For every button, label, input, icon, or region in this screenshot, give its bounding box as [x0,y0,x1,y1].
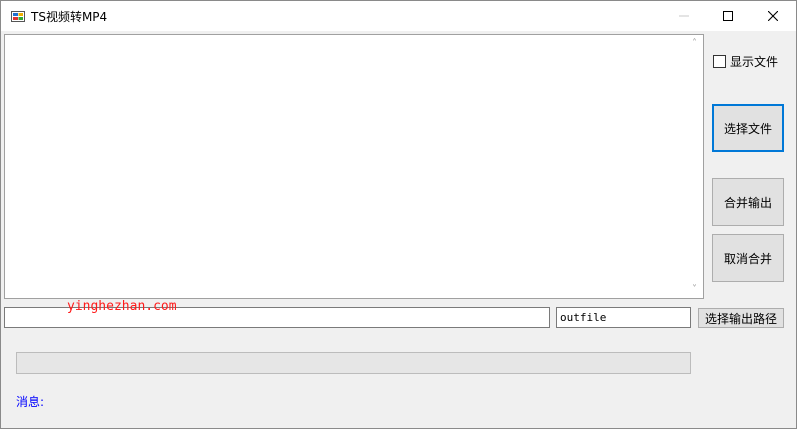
show-files-checkbox[interactable]: 显示文件 [713,53,778,70]
log-textbox[interactable]: ˄ ˅ [4,34,704,299]
show-files-label: 显示文件 [730,55,779,69]
select-output-path-button[interactable]: 选择输出路径 [698,308,784,328]
progress-bar [16,352,691,374]
window-title: TS视频转MP4 [31,10,108,24]
watermark-text: yinghezhan.com [67,299,177,314]
scroll-down-icon[interactable]: ˅ [686,281,703,298]
checkbox-box[interactable] [713,55,726,68]
outfile-name-input[interactable]: outfile [556,307,691,328]
message-label: 消息: [16,395,45,409]
close-icon [768,11,778,21]
minimize-icon [679,15,689,17]
app-icon [11,11,25,22]
cancel-merge-button[interactable]: 取消合并 [712,234,784,282]
select-file-button[interactable]: 选择文件 [712,104,784,152]
maximize-icon [723,11,733,21]
scroll-up-icon[interactable]: ˄ [686,35,703,52]
merge-output-button[interactable]: 合并输出 [712,178,784,226]
close-button[interactable] [750,1,796,31]
minimize-button[interactable] [661,1,707,31]
maximize-button[interactable] [705,1,751,31]
title-bar: TS视频转MP4 [1,1,796,31]
main-window: TS视频转MP4 ˄ ˅ 显示文件 选择文件 合并输出 取消合并 outfile… [0,0,797,429]
vertical-scrollbar[interactable]: ˄ ˅ [686,35,703,298]
